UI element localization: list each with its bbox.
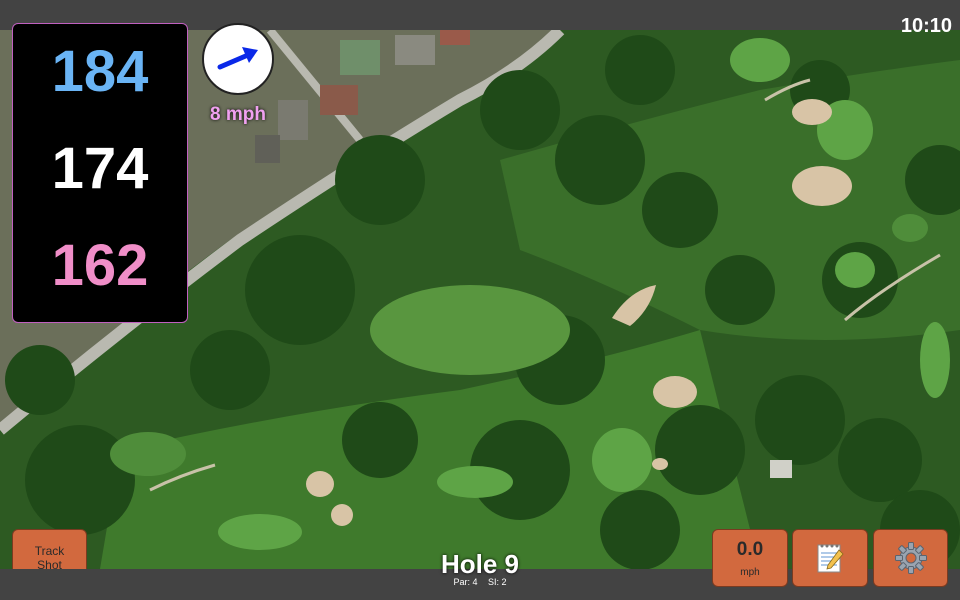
wind-speed-button[interactable]: 0.0 mph bbox=[712, 529, 788, 587]
clock: 10:10 bbox=[900, 15, 952, 37]
wind-arrow-icon bbox=[217, 47, 258, 70]
wind-speed-label: 8 mph bbox=[210, 104, 266, 125]
hole-par: Par: 4 bbox=[453, 577, 478, 587]
gear-icon bbox=[894, 542, 927, 574]
notes-button[interactable] bbox=[792, 529, 868, 587]
center-distance: 174 bbox=[51, 136, 149, 201]
notepad-icon bbox=[817, 544, 844, 573]
front-distance: 162 bbox=[51, 233, 149, 298]
back-distance: 184 bbox=[51, 39, 149, 104]
golf-gps-screen: 10:10 184 174 162 8 mph Track Shot Hole … bbox=[0, 0, 960, 600]
hole-title: Hole 9 bbox=[440, 549, 520, 579]
track-shot-label-line1: Track bbox=[34, 544, 65, 558]
hole-stroke-index: SI: 2 bbox=[488, 577, 507, 587]
distance-panel[interactable]: 184 174 162 bbox=[12, 23, 188, 323]
wind-value: 0.0 bbox=[736, 538, 764, 560]
settings-button[interactable] bbox=[873, 529, 948, 587]
wind-direction-indicator bbox=[202, 23, 274, 95]
hole-details: Par: 4 SI: 2 bbox=[380, 577, 580, 588]
wind-unit: mph bbox=[740, 566, 760, 578]
